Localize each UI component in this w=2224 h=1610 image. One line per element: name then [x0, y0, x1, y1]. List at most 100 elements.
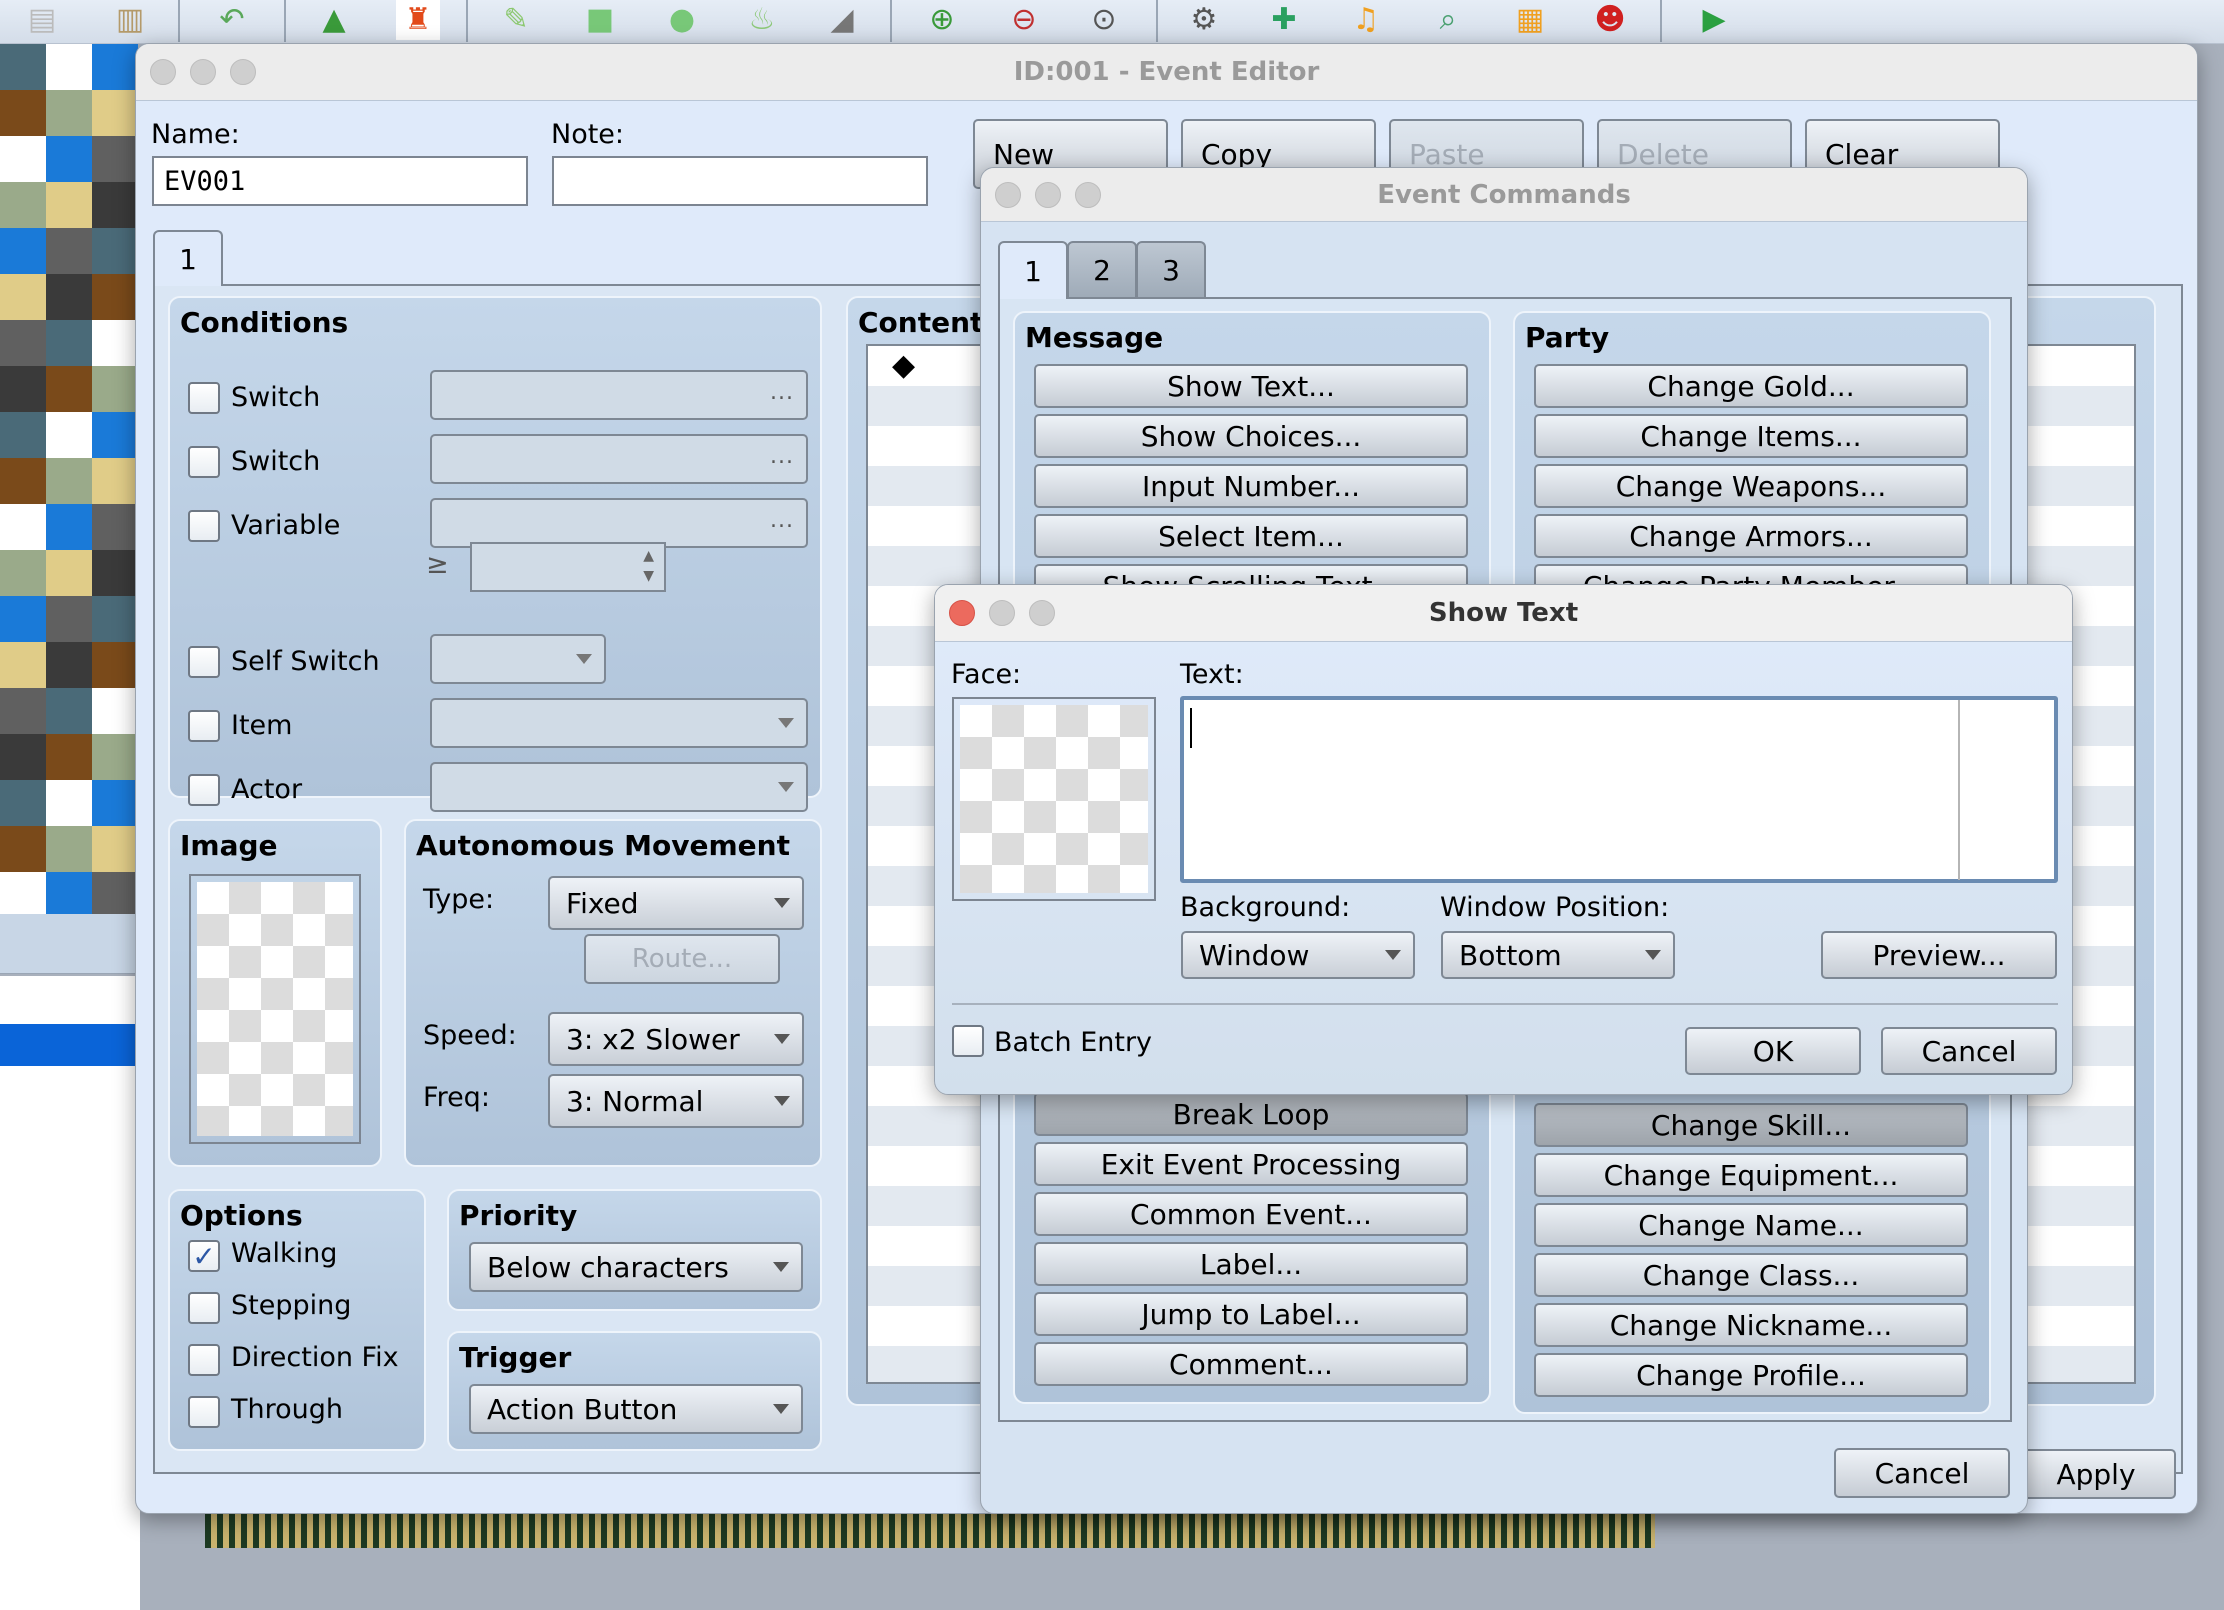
condition-checkbox[interactable] — [188, 710, 220, 742]
command-tab-1[interactable]: 1 — [998, 241, 1068, 299]
command-button[interactable]: Label... — [1034, 1242, 1468, 1286]
tile[interactable] — [46, 366, 92, 412]
tile[interactable] — [46, 642, 92, 688]
tile[interactable] — [46, 504, 92, 550]
minimize-button[interactable] — [989, 600, 1015, 626]
command-button[interactable]: Exit Event Processing — [1034, 1142, 1468, 1186]
tile[interactable] — [0, 872, 46, 914]
tile[interactable] — [92, 826, 138, 872]
tile[interactable] — [46, 90, 92, 136]
tile[interactable] — [46, 596, 92, 642]
commands-cancel-button[interactable]: Cancel — [1834, 1448, 2010, 1498]
gear-icon[interactable]: ⚙ — [1182, 0, 1226, 40]
tile[interactable] — [0, 228, 46, 274]
apply-button[interactable]: Apply — [2016, 1449, 2176, 1499]
command-button[interactable]: Change Items... — [1534, 414, 1968, 458]
message-text-area[interactable] — [1180, 696, 2058, 883]
event-layer-icon[interactable]: ♜ — [396, 0, 440, 40]
tile[interactable] — [92, 458, 138, 504]
tile[interactable] — [0, 734, 46, 780]
tile[interactable] — [46, 872, 92, 914]
tile[interactable] — [92, 734, 138, 780]
map-canvas[interactable] — [205, 1514, 1655, 1548]
tile[interactable] — [92, 366, 138, 412]
tile[interactable] — [46, 44, 92, 90]
zoom-actual-icon[interactable]: ⊙ — [1082, 0, 1126, 40]
command-button[interactable]: Change Armors... — [1534, 514, 1968, 558]
tile[interactable] — [46, 228, 92, 274]
tile[interactable] — [46, 182, 92, 228]
copy-icon[interactable]: ▤ — [20, 0, 64, 40]
tile[interactable] — [46, 458, 92, 504]
tile[interactable] — [46, 734, 92, 780]
tile[interactable] — [46, 688, 92, 734]
name-field[interactable]: EV001 — [152, 156, 528, 206]
shadow-pen-icon[interactable]: ◢ — [820, 0, 864, 40]
condition-checkbox[interactable] — [188, 382, 220, 414]
condition-selector[interactable]: ... — [430, 370, 808, 420]
map-layer-icon[interactable]: ▲ — [312, 0, 356, 40]
tile[interactable] — [46, 826, 92, 872]
sound-icon[interactable]: ♫ — [1344, 0, 1388, 40]
condition-checkbox[interactable] — [188, 646, 220, 678]
command-button[interactable]: Change Skill... — [1534, 1103, 1968, 1147]
tile[interactable] — [0, 366, 46, 412]
zoom-button[interactable] — [1029, 600, 1055, 626]
movement-freq-select[interactable]: 3: Normal — [548, 1074, 804, 1128]
command-button[interactable]: Change Profile... — [1534, 1353, 1968, 1397]
event-image-preview[interactable] — [189, 874, 361, 1144]
tile[interactable] — [92, 44, 138, 90]
tile[interactable] — [0, 90, 46, 136]
trigger-select[interactable]: Action Button — [469, 1384, 803, 1434]
command-tab-3[interactable]: 3 — [1136, 241, 1206, 297]
condition-checkbox[interactable] — [188, 446, 220, 478]
tile[interactable] — [46, 412, 92, 458]
tile[interactable] — [92, 320, 138, 366]
command-button[interactable]: Show Choices... — [1034, 414, 1468, 458]
condition-checkbox[interactable] — [188, 510, 220, 542]
tile[interactable] — [92, 136, 138, 182]
movement-speed-select[interactable]: 3: x2 Slower — [548, 1012, 804, 1066]
map-list[interactable] — [0, 976, 140, 1610]
cancel-button[interactable]: Cancel — [1881, 1027, 2057, 1075]
command-button[interactable]: Select Item... — [1034, 514, 1468, 558]
tile[interactable] — [0, 688, 46, 734]
search-icon[interactable]: ⌕ — [1426, 0, 1470, 40]
rectangle-icon[interactable]: ■ — [578, 0, 622, 40]
tile[interactable] — [0, 826, 46, 872]
tile[interactable] — [92, 688, 138, 734]
tile[interactable] — [46, 550, 92, 596]
tile[interactable] — [0, 274, 46, 320]
batch-entry-checkbox[interactable] — [952, 1025, 984, 1057]
undo-icon[interactable]: ↶ — [210, 0, 254, 40]
tile[interactable] — [0, 136, 46, 182]
stepper-up-icon[interactable]: ▲ — [643, 548, 654, 564]
command-button[interactable]: Change Class... — [1534, 1253, 1968, 1297]
tile[interactable] — [92, 274, 138, 320]
condition-selector[interactable]: ... — [430, 434, 808, 484]
self-switch-select[interactable] — [430, 634, 606, 684]
note-field[interactable] — [552, 156, 928, 206]
close-button[interactable] — [150, 59, 176, 85]
tile[interactable] — [92, 504, 138, 550]
tile[interactable] — [92, 182, 138, 228]
command-button[interactable]: Input Number... — [1034, 464, 1468, 508]
tile[interactable] — [92, 872, 138, 914]
zoom-in-icon[interactable]: ⊕ — [920, 0, 964, 40]
option-checkbox-direction-fix[interactable] — [188, 1344, 220, 1376]
command-button[interactable]: Change Equipment... — [1534, 1153, 1968, 1197]
tile[interactable] — [0, 504, 46, 550]
ellipse-icon[interactable]: ● — [660, 0, 704, 40]
tile[interactable] — [92, 90, 138, 136]
variable-value-stepper[interactable]: ▲ ▼ — [470, 542, 666, 592]
tile[interactable] — [46, 274, 92, 320]
option-checkbox-walking[interactable]: ✓ — [188, 1240, 220, 1273]
zoom-button[interactable] — [1075, 181, 1101, 208]
paste-icon[interactable]: ▥ — [108, 0, 152, 40]
tile[interactable] — [0, 182, 46, 228]
tile[interactable] — [92, 228, 138, 274]
face-image-selector[interactable] — [952, 697, 1156, 901]
command-button[interactable]: Common Event... — [1034, 1192, 1468, 1236]
tile[interactable] — [92, 550, 138, 596]
condition-checkbox[interactable] — [188, 774, 220, 806]
